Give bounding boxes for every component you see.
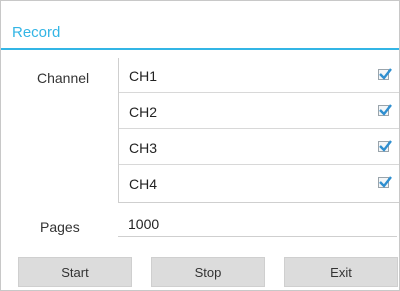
channel-name: CH3 (129, 140, 158, 156)
channel-checkbox-ch4[interactable] (378, 176, 392, 188)
checkmark-icon (379, 140, 392, 152)
checkmark-icon (379, 68, 392, 80)
stop-button[interactable]: Stop (151, 257, 265, 287)
start-button[interactable]: Start (18, 257, 132, 287)
channel-row-ch1[interactable]: CH1 (119, 58, 399, 93)
channel-list: CH1 CH2 CH3 CH4 (118, 58, 399, 203)
dialog-title: Record (12, 24, 61, 41)
channel-label: Channel (37, 70, 90, 86)
channel-name: CH4 (129, 176, 158, 192)
exit-button[interactable]: Exit (284, 257, 398, 287)
channel-row-ch2[interactable]: CH2 (119, 94, 399, 129)
channel-name: CH2 (129, 104, 158, 120)
channel-name: CH1 (129, 68, 158, 84)
channel-checkbox-ch1[interactable] (378, 68, 392, 80)
channel-row-ch4[interactable]: CH4 (119, 166, 399, 201)
pages-label: Pages (40, 219, 80, 235)
dialog-title-bar: Record (1, 1, 399, 50)
channel-checkbox-ch3[interactable] (378, 140, 392, 152)
pages-input[interactable] (118, 211, 397, 237)
channel-row-ch3[interactable]: CH3 (119, 130, 399, 165)
checkmark-icon (379, 176, 392, 188)
checkmark-icon (379, 104, 392, 116)
channel-checkbox-ch2[interactable] (378, 104, 392, 116)
record-dialog: Record Channel CH1 CH2 CH3 CH4 Pages 100… (0, 0, 400, 291)
